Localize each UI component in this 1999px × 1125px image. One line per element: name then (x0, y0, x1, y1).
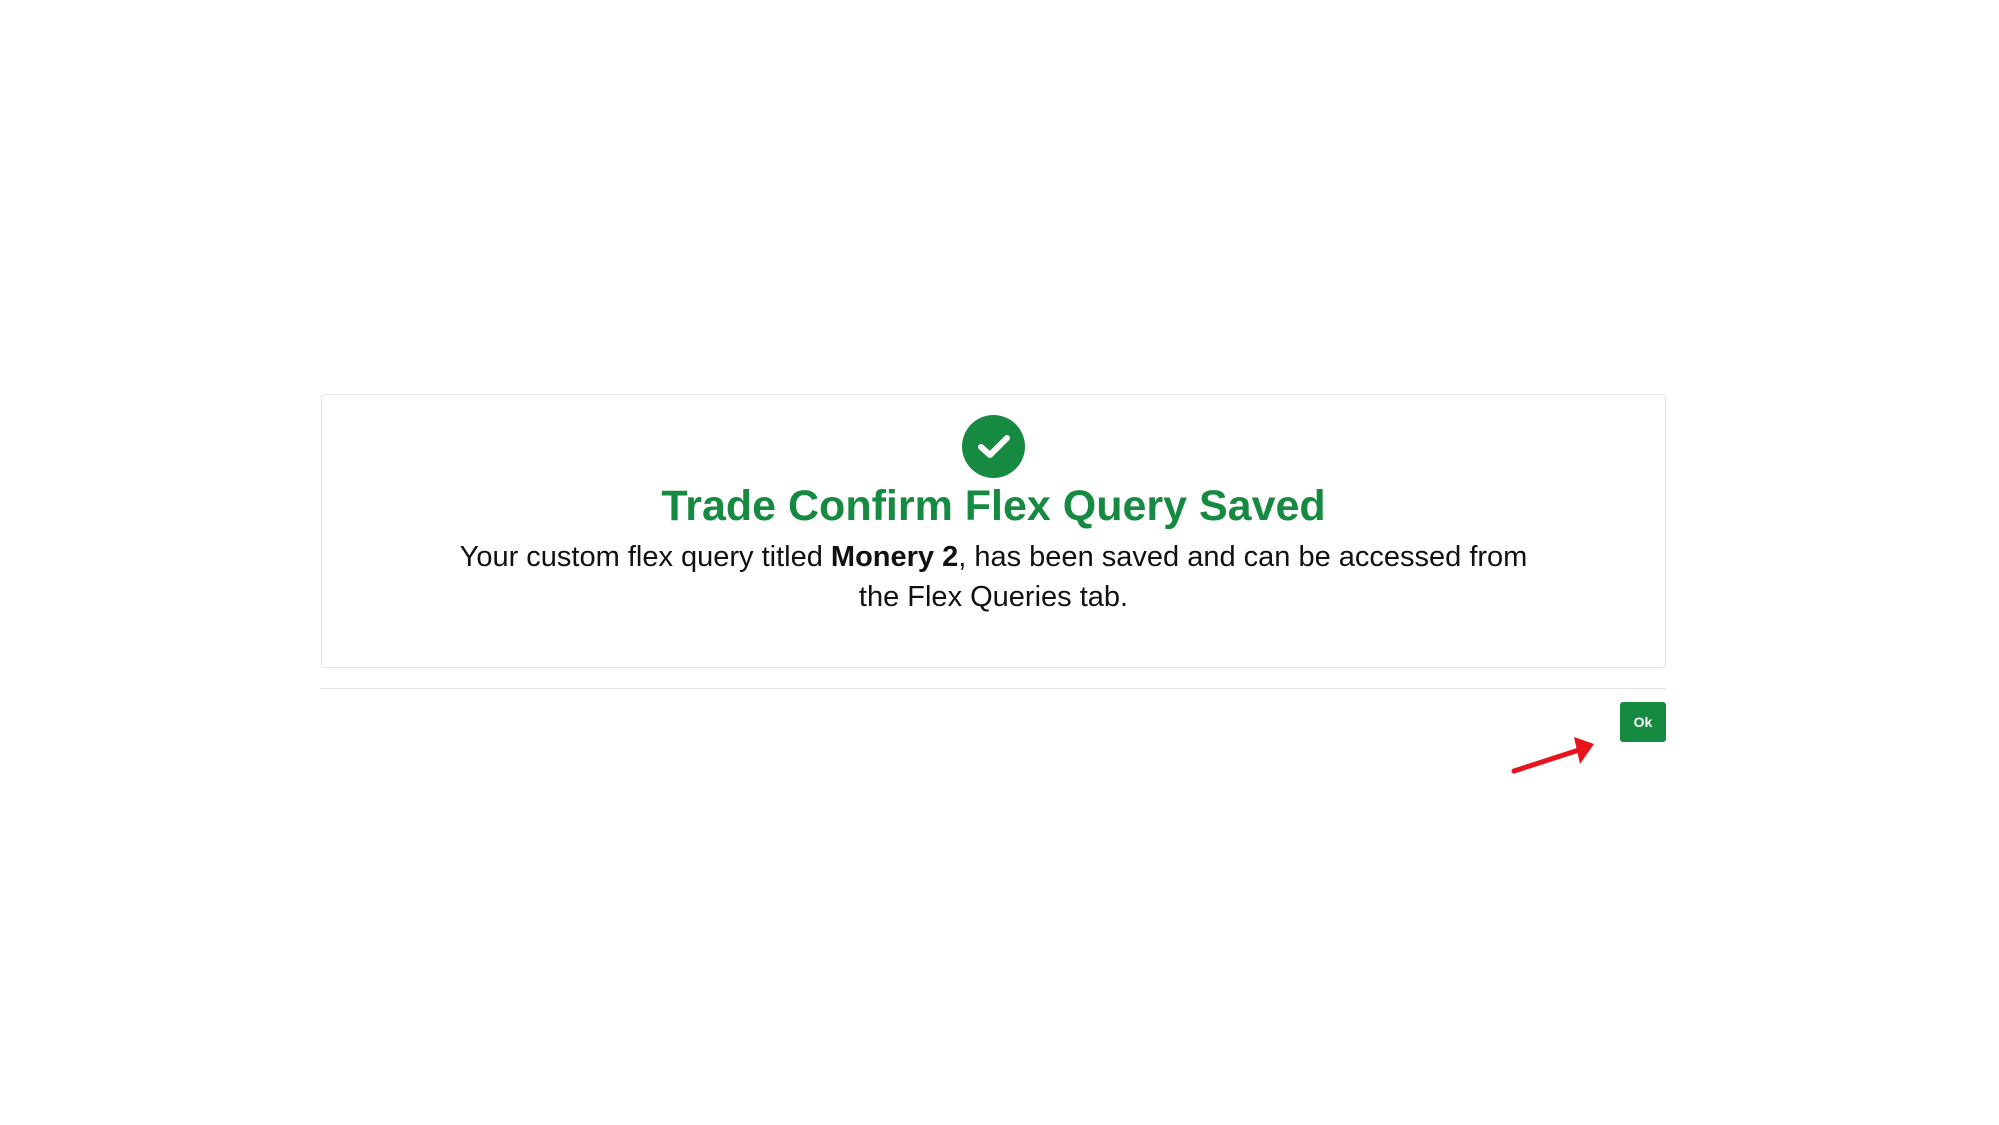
checkmark-icon (977, 434, 1010, 458)
check-circle-icon (962, 415, 1025, 478)
message-suffix: , has been saved and can be accessed fro… (858, 541, 1528, 613)
query-name: Monery 2 (830, 541, 959, 573)
ok-button[interactable]: Ok (1620, 702, 1666, 742)
dialog-title: Trade Confirm Flex Query Saved (661, 482, 1326, 530)
red-arrow-icon (1511, 737, 1594, 774)
page: Trade Confirm Flex Query Saved Your cust… (0, 0, 1999, 1125)
dialog-message: Your custom flex query titled Monery 2, … (444, 537, 1544, 617)
footer-divider (321, 688, 1666, 689)
success-dialog-card: Trade Confirm Flex Query Saved Your cust… (321, 394, 1666, 668)
message-prefix: Your custom flex query titled (459, 541, 831, 573)
